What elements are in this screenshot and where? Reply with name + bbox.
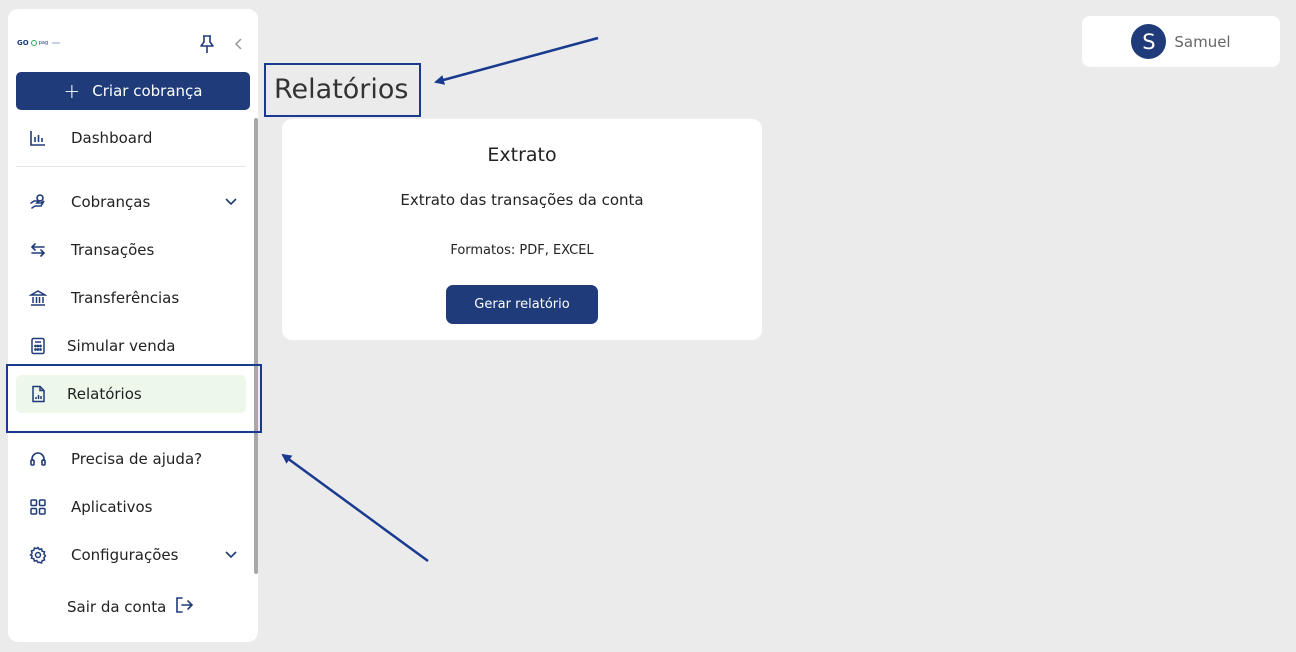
logout-button[interactable]: Sair da conta bbox=[67, 595, 194, 619]
sidebar-item-ajuda[interactable]: Precisa de ajuda? bbox=[16, 440, 246, 478]
annotation-box-title bbox=[264, 63, 421, 117]
annotation-arrow-sidebar bbox=[281, 453, 429, 563]
sidebar-item-label: Transações bbox=[71, 241, 155, 259]
chevron-down-icon[interactable] bbox=[224, 194, 238, 208]
report-card-formats: Formatos: PDF, EXCEL bbox=[450, 243, 594, 258]
bank-icon bbox=[28, 288, 48, 308]
annotation-box-sidebar bbox=[6, 364, 262, 433]
sidebar-item-dashboard[interactable]: Dashboard bbox=[16, 119, 246, 157]
sidebar-item-label: Configurações bbox=[71, 546, 179, 564]
user-menu[interactable]: S Samuel bbox=[1082, 16, 1280, 67]
report-card-description: Extrato das transações da conta bbox=[400, 191, 644, 209]
chart-bar-icon bbox=[28, 128, 48, 148]
sidebar: GO pag + Criar cobrança Dashboard Cobran… bbox=[8, 9, 258, 642]
logo-line bbox=[52, 42, 61, 44]
logo-pag-text: pag bbox=[38, 40, 49, 46]
sidebar-item-simular-venda[interactable]: Simular venda bbox=[16, 327, 246, 365]
report-card: Extrato Extrato das transações da conta … bbox=[282, 119, 762, 340]
plus-icon: + bbox=[63, 79, 81, 103]
sidebar-item-label: Dashboard bbox=[71, 129, 153, 147]
hand-coin-icon bbox=[28, 192, 48, 212]
report-card-title: Extrato bbox=[487, 144, 557, 166]
generate-report-button[interactable]: Gerar relatório bbox=[446, 285, 598, 324]
gear-icon bbox=[28, 545, 48, 565]
pin-icon[interactable] bbox=[198, 34, 216, 54]
sidebar-divider bbox=[16, 166, 246, 167]
sidebar-item-transferencias[interactable]: Transferências bbox=[16, 279, 246, 317]
user-name: Samuel bbox=[1174, 32, 1231, 51]
apps-grid-icon bbox=[28, 497, 48, 517]
sidebar-item-label: Cobranças bbox=[71, 193, 151, 211]
sidebar-scrollbar[interactable] bbox=[254, 118, 258, 574]
sidebar-item-configuracoes[interactable]: Configurações bbox=[16, 536, 246, 574]
sidebar-item-aplicativos[interactable]: Aplicativos bbox=[16, 488, 246, 526]
sidebar-item-label: Transferências bbox=[71, 289, 180, 307]
headset-icon bbox=[28, 449, 48, 469]
sidebar-item-label: Simular venda bbox=[67, 337, 176, 355]
collapse-sidebar-icon[interactable] bbox=[232, 36, 244, 52]
arrows-swap-icon bbox=[28, 240, 48, 260]
logout-label: Sair da conta bbox=[67, 598, 167, 616]
annotation-arrow-title bbox=[434, 36, 599, 85]
chevron-down-icon[interactable] bbox=[224, 547, 238, 561]
sidebar-item-label: Aplicativos bbox=[71, 498, 153, 516]
create-charge-label: Criar cobrança bbox=[92, 82, 203, 100]
sidebar-item-cobrancas[interactable]: Cobranças bbox=[16, 183, 246, 221]
calculator-icon bbox=[28, 336, 48, 356]
logo-go-text: GO bbox=[17, 39, 29, 47]
brand-logo: GO pag bbox=[17, 39, 61, 47]
sidebar-item-transacoes[interactable]: Transações bbox=[16, 231, 246, 269]
logout-icon bbox=[174, 595, 194, 619]
create-charge-button[interactable]: + Criar cobrança bbox=[16, 72, 250, 110]
logo-dot-icon bbox=[30, 40, 37, 46]
avatar: S bbox=[1131, 24, 1167, 59]
sidebar-item-label: Precisa de ajuda? bbox=[71, 450, 203, 468]
